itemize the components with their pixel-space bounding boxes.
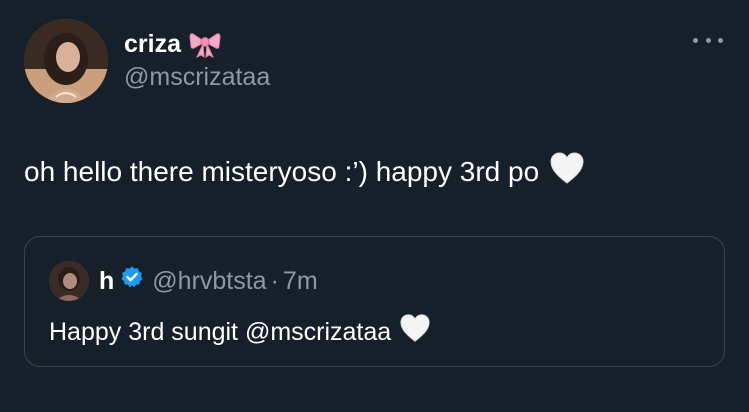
more-options-icon[interactable] [693,32,723,48]
author-avatar[interactable] [24,19,108,103]
white-heart-icon [399,313,431,350]
quoted-avatar-photo-icon [49,261,89,301]
more-dot [705,37,711,43]
author-name-text: criza [124,30,181,58]
avatar-photo-icon [24,19,108,103]
verified-badge-icon [120,265,144,296]
quoted-tweet[interactable]: h @hrvbtsta · 7m Happy 3rd sungit @mscri… [24,236,725,367]
tweet-card: criza @mscrizataa oh hello there mistery… [0,0,749,412]
tweet-text: oh hello there misteryoso :’) happy 3rd … [24,156,540,187]
quoted-author-handle[interactable]: @hrvbtsta [152,266,266,296]
quoted-header: h @hrvbtsta · 7m [99,265,318,296]
quoted-timestamp[interactable]: 7m [283,266,318,296]
quoted-author-name[interactable]: h [99,266,114,296]
separator-dot: · [270,266,279,295]
quoted-body: Happy 3rd sungit @mscrizataa [49,313,431,350]
white-heart-icon [549,151,585,193]
quoted-text: Happy 3rd sungit @mscrizataa [49,317,392,346]
author-handle[interactable]: @mscrizataa [124,63,270,91]
author-name[interactable]: criza [124,30,221,59]
more-dot [693,37,698,43]
ribbon-bow-icon [189,30,221,59]
tweet-body: oh hello there misteryoso :’) happy 3rd … [24,151,585,193]
quoted-author-avatar[interactable] [49,261,89,301]
more-dot [718,37,723,43]
